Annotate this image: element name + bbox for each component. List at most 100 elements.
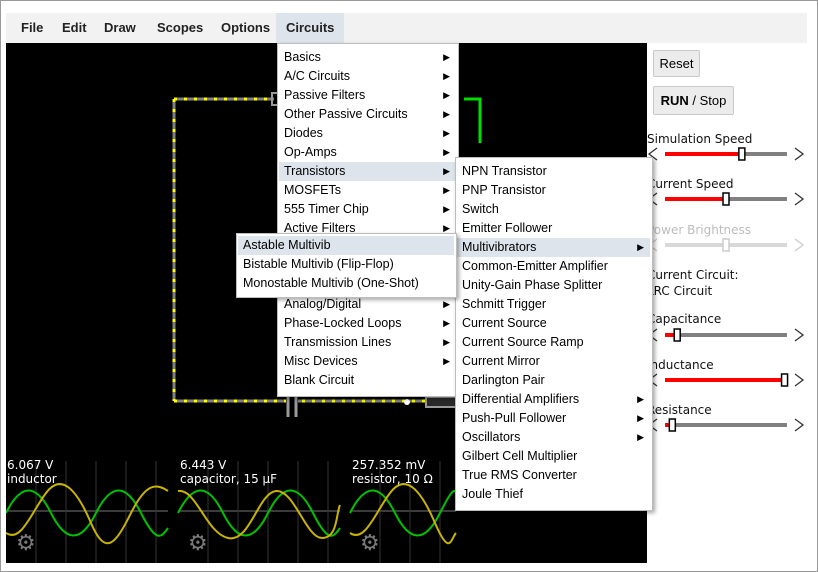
circuits-menu-item-label: Transistors (284, 164, 346, 178)
run-label: RUN (660, 93, 689, 108)
scope-3-gear-icon[interactable]: ⚙ (360, 533, 380, 555)
transistors-menu-item-current-mirror[interactable]: Current Mirror (457, 352, 650, 371)
slider-right-arrow-icon (794, 192, 805, 206)
circuits-menu-item-label: Op-Amps (284, 145, 337, 159)
power-brightness-slider[interactable] (647, 237, 807, 253)
circuits-menu-item-label: Passive Filters (284, 88, 366, 102)
menu-draw[interactable]: Draw (94, 13, 146, 43)
scope-1-name: inductor (7, 472, 57, 486)
transistors-menu-item-joule-thief[interactable]: Joule Thief (457, 485, 650, 504)
submenu-arrow-icon: ▶ (443, 185, 450, 195)
submenu-arrow-icon: ▶ (443, 109, 450, 119)
transistors-menu-item-gilbert-cell-multiplier[interactable]: Gilbert Cell Multiplier (457, 447, 650, 466)
current-circuit-name: LRC Circuit (647, 284, 713, 298)
scope-1-gear-icon[interactable]: ⚙ (16, 533, 36, 555)
submenu-arrow-icon: ▶ (637, 242, 644, 252)
slider-right-arrow-icon (794, 238, 805, 252)
transistors-menu-item-label: Joule Thief (462, 487, 523, 501)
circuits-menu-item-a-c-circuits[interactable]: A/C Circuits ▶ (279, 67, 456, 86)
multivib-menu-item-monostable-multivib-one-shot[interactable]: Monostable Multivib (One-Shot) (238, 274, 454, 293)
slider-right-arrow-icon (794, 373, 805, 387)
transistors-menu-item-label: Differential Amplifiers (462, 392, 580, 406)
circuits-menu-item-blank-circuit[interactable]: Blank Circuit (279, 371, 456, 390)
resistance-label: Resistance (647, 403, 712, 417)
multivib-menu-item-bistable-multivib-flip-flop[interactable]: Bistable Multivib (Flip-Flop) (238, 255, 454, 274)
transistors-menu-item-darlington-pair[interactable]: Darlington Pair (457, 371, 650, 390)
transistors-menu-item-switch[interactable]: Switch (457, 200, 650, 219)
transistors-menu-item-emitter-follower[interactable]: Emitter Follower (457, 219, 650, 238)
circuits-menu-item-diodes[interactable]: Diodes ▶ (279, 124, 456, 143)
submenu-arrow-icon: ▶ (637, 432, 644, 442)
circuits-menu-item-555-timer-chip[interactable]: 555 Timer Chip ▶ (279, 200, 456, 219)
circuits-menu-item-op-amps[interactable]: Op-Amps ▶ (279, 143, 456, 162)
circuits-menu-item-label: Diodes (284, 126, 323, 140)
scope-3-label: 257.352 mV resistor, 10 Ω (352, 458, 433, 486)
menu-scopes[interactable]: Scopes (147, 13, 213, 43)
transistors-menu-item-push-pull-follower[interactable]: Push-Pull Follower ▶ (457, 409, 650, 428)
submenu-arrow-icon: ▶ (443, 147, 450, 157)
transistors-menu-item-label: Current Source (462, 316, 547, 330)
submenu-arrow-icon: ▶ (443, 318, 450, 328)
transistors-menu-item-differential-amplifiers[interactable]: Differential Amplifiers ▶ (457, 390, 650, 409)
inductance-slider[interactable] (647, 372, 807, 388)
resistance-slider[interactable] (647, 417, 807, 433)
transistors-menu-item-schmitt-trigger[interactable]: Schmitt Trigger (457, 295, 650, 314)
menu-file[interactable]: File (11, 13, 53, 43)
simulation-speed-label: Simulation Speed (647, 132, 753, 146)
transistors-submenu: NPN Transistor PNP Transistor Switch Emitte… (455, 157, 653, 511)
menu-options[interactable]: Options (211, 13, 280, 43)
menu-edit[interactable]: Edit (52, 13, 97, 43)
scope-3-value: 257.352 mV (352, 458, 426, 472)
circuits-menu-item-other-passive-circuits[interactable]: Other Passive Circuits ▶ (279, 105, 456, 124)
capacitance-label: Capacitance (647, 312, 722, 326)
slider-thumb (738, 147, 746, 161)
transistors-menu-item-common-emitter-amplifier[interactable]: Common-Emitter Amplifier (457, 257, 650, 276)
circuits-menu-item-phase-locked-loops[interactable]: Phase-Locked Loops ▶ (279, 314, 456, 333)
current-speed-slider[interactable] (647, 191, 807, 207)
transistors-menu-item-current-source-ramp[interactable]: Current Source Ramp (457, 333, 650, 352)
multivib-menu-item-label: Bistable Multivib (Flip-Flop) (243, 257, 394, 271)
resistor-symbol (425, 396, 457, 408)
slider-thumb (673, 328, 681, 342)
slider-right-arrow-icon (794, 418, 805, 432)
power-brightness-label: Power Brightness (647, 223, 752, 237)
simulation-speed-slider[interactable] (647, 146, 807, 162)
circuits-menu-item-passive-filters[interactable]: Passive Filters ▶ (279, 86, 456, 105)
circuits-menu-item-label: Transmission Lines (284, 335, 392, 349)
transistors-menu-item-npn-transistor[interactable]: NPN Transistor (457, 162, 650, 181)
scope-2-gear-icon[interactable]: ⚙ (188, 533, 208, 555)
menu-circuits[interactable]: Circuits (276, 13, 345, 43)
circuits-menu-item-mosfets[interactable]: MOSFETs ▶ (279, 181, 456, 200)
transistors-menu-item-unity-gain-phase-splitter[interactable]: Unity-Gain Phase Splitter (457, 276, 650, 295)
scope-2-value: 6.443 V (180, 458, 227, 472)
submenu-arrow-icon: ▶ (443, 356, 450, 366)
current-circuit-label: Current Circuit: (647, 268, 739, 282)
slider-right-arrow-icon (794, 328, 805, 342)
transistors-menu-item-pnp-transistor[interactable]: PNP Transistor (457, 181, 650, 200)
circuits-menu-item-label: Basics (284, 50, 321, 64)
circuits-menu-item-transistors[interactable]: Transistors ▶ (279, 162, 456, 181)
transistors-menu-item-label: Oscillators (462, 430, 521, 444)
transistors-menu-item-current-source[interactable]: Current Source (457, 314, 650, 333)
capacitance-slider[interactable] (647, 327, 807, 343)
transistors-menu-item-true-rms-converter[interactable]: True RMS Converter (457, 466, 650, 485)
scope-2-name: capacitor, 15 µF (180, 472, 278, 486)
submenu-arrow-icon: ▶ (443, 90, 450, 100)
transistors-menu-item-label: PNP Transistor (462, 183, 546, 197)
circuits-menu-item-basics[interactable]: Basics ▶ (279, 48, 456, 67)
circuits-menu-item-misc-devices[interactable]: Misc Devices ▶ (279, 352, 456, 371)
multivib-menu-item-astable-multivib[interactable]: Astable Multivib (238, 236, 454, 255)
menu-bar: File Edit Draw Scopes Options Circuits (6, 13, 807, 44)
reset-button[interactable]: Reset (653, 50, 700, 77)
circuits-menu-item-label: Other Passive Circuits (284, 107, 408, 121)
transistors-menu-item-oscillators[interactable]: Oscillators ▶ (457, 428, 650, 447)
circuits-menu-item-transmission-lines[interactable]: Transmission Lines ▶ (279, 333, 456, 352)
transistors-menu-item-label: True RMS Converter (462, 468, 577, 482)
transistors-menu-item-multivibrators[interactable]: Multivibrators ▶ (457, 238, 650, 257)
slider-thumb (722, 238, 730, 252)
circuits-menu-item-label: Phase-Locked Loops (284, 316, 402, 330)
scope-1-value: 6.067 V (7, 458, 54, 472)
run-stop-button[interactable]: RUN / Stop (653, 86, 734, 115)
circuits-menu-item-label: A/C Circuits (284, 69, 350, 83)
circuits-menu-item-label: MOSFETs (284, 183, 341, 197)
